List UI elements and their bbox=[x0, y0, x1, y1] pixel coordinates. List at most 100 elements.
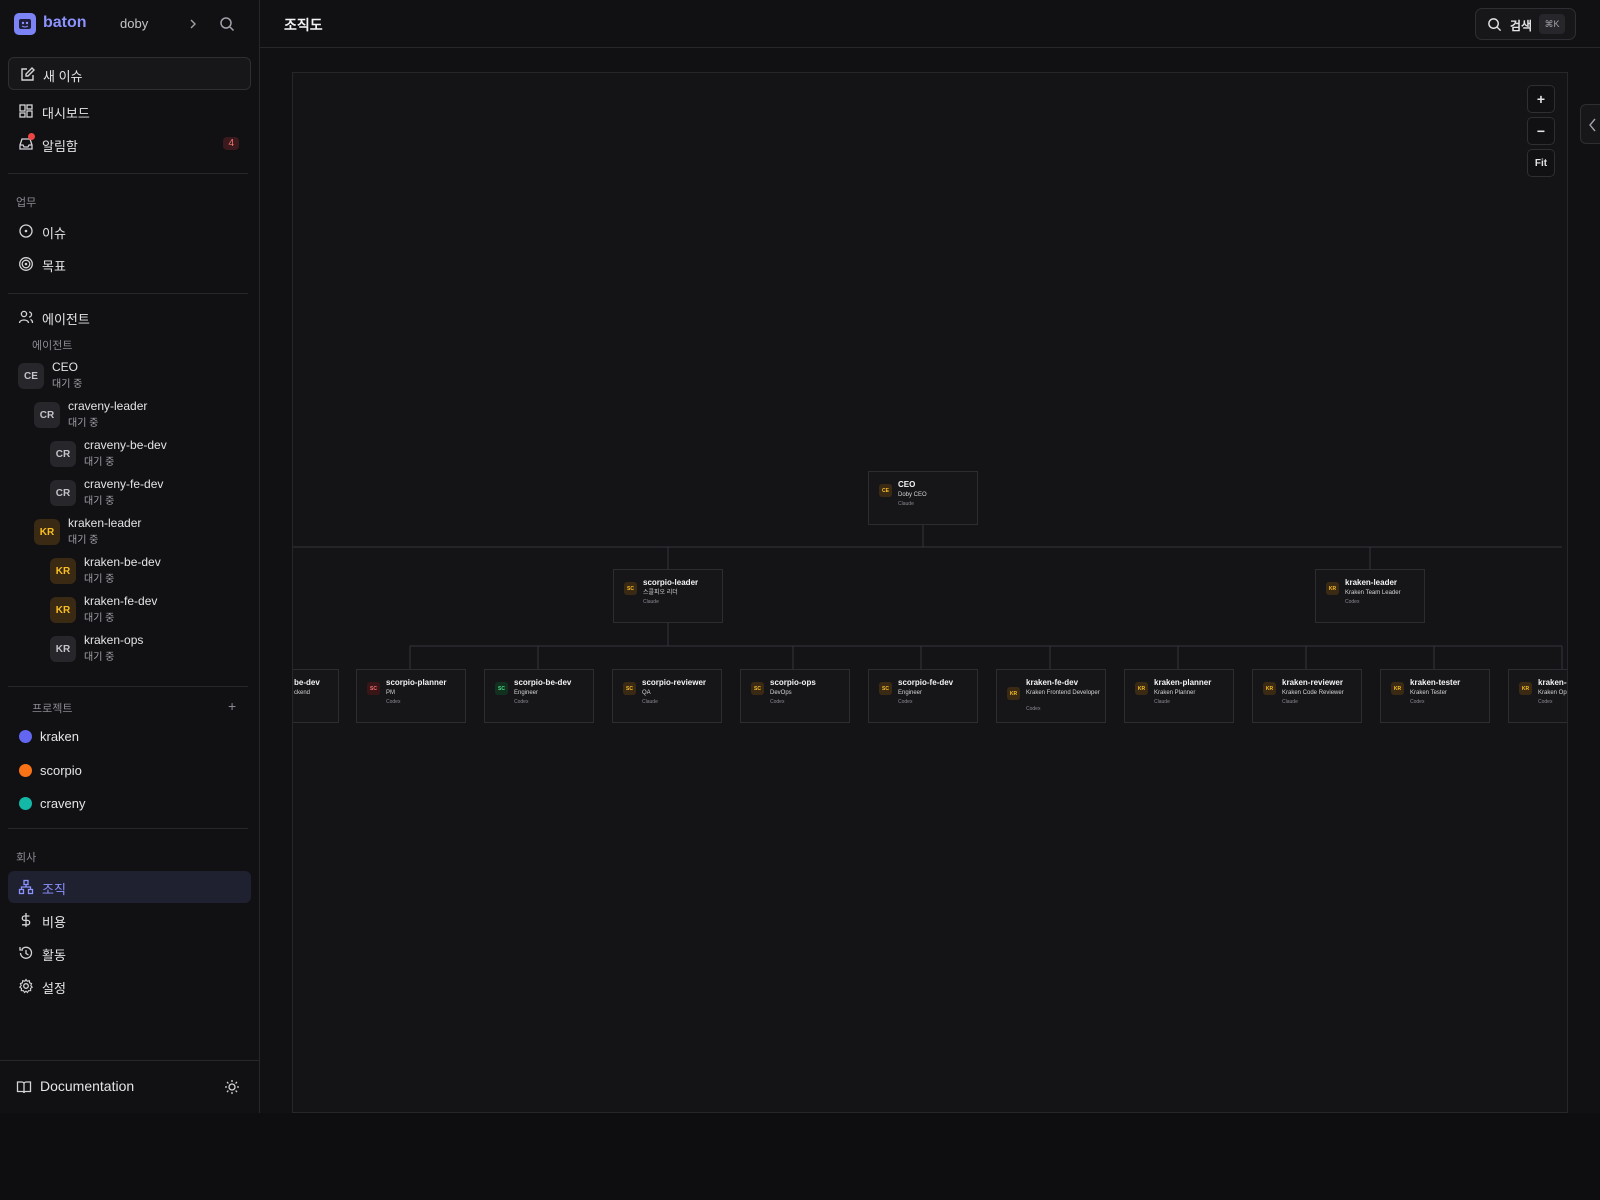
project-item-craveny[interactable]: craveny bbox=[8, 789, 251, 819]
org-node-kraken-leader[interactable]: KR kraken-leader Kraken Team Leader Code… bbox=[1315, 569, 1425, 623]
node-provider: Claude bbox=[643, 599, 659, 605]
node-provider: Codex bbox=[514, 699, 529, 705]
org-node-partial[interactable]: be-dev ckend bbox=[293, 669, 339, 723]
shortcut-hint: ⌘K bbox=[1539, 14, 1565, 34]
documentation-link[interactable]: Documentation bbox=[8, 1071, 208, 1103]
sun-icon[interactable] bbox=[224, 1079, 240, 1095]
chevron-left-icon bbox=[1587, 117, 1599, 133]
node-role: Kraken Frontend Developer bbox=[1026, 690, 1100, 696]
global-search-button[interactable]: 검색 ⌘K bbox=[1475, 8, 1576, 40]
nav-goals[interactable]: 목표 bbox=[8, 248, 251, 280]
org-node-scorpio-planner[interactable]: SC scorpio-planner PM Codex bbox=[356, 669, 466, 723]
avatar: SC bbox=[879, 682, 892, 695]
nav-inbox-label: 알림함 bbox=[42, 139, 78, 154]
node-name: CEO bbox=[898, 480, 916, 489]
unread-dot bbox=[28, 133, 35, 140]
search-icon bbox=[1487, 17, 1502, 32]
project-color-dot bbox=[19, 730, 32, 743]
right-panel-toggle[interactable] bbox=[1580, 104, 1600, 144]
org-node-kraken-planner[interactable]: KR kraken-planner Kraken Planner Claude bbox=[1124, 669, 1234, 723]
avatar: KR bbox=[1391, 682, 1404, 695]
sidebar-footer: Documentation bbox=[0, 1060, 259, 1113]
node-name: scorpio-leader bbox=[643, 578, 699, 587]
section-work: 업무 bbox=[16, 197, 37, 209]
org-node-ceo[interactable]: CE CEO Doby CEO Claude bbox=[868, 471, 978, 525]
node-name: scorpio-fe-dev bbox=[898, 678, 954, 687]
agent-status: 대기 중 bbox=[84, 574, 115, 585]
org-node-scorpio-fe-dev[interactable]: SC scorpio-fe-dev Engineer Codex bbox=[868, 669, 978, 723]
node-role: Kraken Code Reviewer bbox=[1282, 690, 1344, 696]
agent-name: craveny-leader bbox=[68, 399, 148, 413]
divider bbox=[8, 828, 248, 829]
avatar: KR bbox=[1007, 687, 1020, 700]
baton-logo[interactable] bbox=[14, 13, 36, 35]
project-item-kraken[interactable]: kraken bbox=[8, 722, 251, 752]
nav-settings-label: 설정 bbox=[42, 981, 66, 996]
chevron-right-icon[interactable] bbox=[183, 14, 203, 34]
zoom-in-button[interactable]: + bbox=[1527, 85, 1555, 113]
nav-activity[interactable]: 활동 bbox=[8, 937, 251, 969]
project-name: kraken bbox=[40, 729, 80, 744]
node-name: kraken-tester bbox=[1410, 678, 1461, 687]
nav-inbox[interactable]: 알림함 4 bbox=[8, 128, 251, 160]
nav-dashboard[interactable]: 대시보드 bbox=[8, 95, 251, 127]
users-icon bbox=[18, 309, 34, 325]
nav-activity-label: 활동 bbox=[42, 948, 66, 963]
divider bbox=[8, 173, 248, 174]
agent-tree: CE CEO 대기 중 CR craveny-leader 대기 중 CR cr… bbox=[0, 357, 259, 679]
avatar: KR bbox=[1263, 682, 1276, 695]
nav-issues-label: 이슈 bbox=[42, 226, 66, 241]
agent-status: 대기 중 bbox=[68, 535, 99, 546]
agent-status: 대기 중 bbox=[84, 496, 115, 507]
org-node-scorpio-reviewer[interactable]: SC scorpio-reviewer QA Claude bbox=[612, 669, 722, 723]
nav-dashboard-label: 대시보드 bbox=[42, 106, 90, 121]
nav-issues[interactable]: 이슈 bbox=[8, 215, 251, 247]
project-color-dot bbox=[19, 797, 32, 810]
avatar: SC bbox=[623, 682, 636, 695]
avatar: SC bbox=[495, 682, 508, 695]
agent-status: 대기 중 bbox=[68, 418, 99, 429]
node-role: Kraken Tester bbox=[1410, 690, 1447, 696]
project-item-scorpio[interactable]: scorpio bbox=[8, 756, 251, 786]
gear-icon bbox=[18, 978, 34, 994]
agent-name: kraken-be-dev bbox=[84, 555, 161, 569]
org-node-kraken-fe-dev[interactable]: KR kraken-fe-dev Kraken Frontend Develop… bbox=[996, 669, 1106, 723]
zoom-out-button[interactable]: − bbox=[1527, 117, 1555, 145]
agent-status: 대기 중 bbox=[84, 613, 115, 624]
new-issue-button[interactable]: 새 이슈 bbox=[8, 57, 251, 90]
node-role: PM bbox=[386, 690, 395, 696]
fit-view-button[interactable]: Fit bbox=[1527, 149, 1555, 177]
node-provider: Codex bbox=[770, 699, 785, 705]
nav-settings[interactable]: 설정 bbox=[8, 970, 251, 1002]
org-chart-canvas[interactable]: CE CEO Doby CEO Claude SC scorpio-leader… bbox=[292, 72, 1568, 1113]
book-icon bbox=[16, 1079, 32, 1095]
company-switcher[interactable]: doby bbox=[120, 16, 148, 31]
org-node-kraken-d[interactable]: KR kraken-d Kraken Ops Codex bbox=[1508, 669, 1567, 723]
agent-name: craveny-fe-dev bbox=[84, 477, 164, 491]
nav-agents[interactable]: 에이전트 bbox=[8, 301, 251, 333]
add-project-icon[interactable]: + bbox=[228, 698, 236, 714]
app-name: baton bbox=[43, 14, 87, 31]
org-node-scorpio-leader[interactable]: SC scorpio-leader 스콜피오 리더 Claude bbox=[613, 569, 723, 623]
org-node-kraken-reviewer[interactable]: KR kraken-reviewer Kraken Code Reviewer … bbox=[1252, 669, 1362, 723]
nav-costs[interactable]: 비용 bbox=[8, 904, 251, 936]
dollar-icon bbox=[18, 912, 34, 928]
org-node-scorpio-ops[interactable]: SC scorpio-ops DevOps Codex bbox=[740, 669, 850, 723]
divider bbox=[8, 686, 248, 687]
nav-org[interactable]: 조직 bbox=[8, 871, 251, 903]
agent-status: 대기 중 bbox=[84, 457, 115, 468]
search-icon[interactable] bbox=[217, 14, 237, 34]
agent-status: 대기 중 bbox=[84, 652, 115, 663]
org-node-kraken-tester[interactable]: KR kraken-tester Kraken Tester Codex bbox=[1380, 669, 1490, 723]
node-name: kraken-fe-dev bbox=[1026, 678, 1079, 687]
avatar: KR bbox=[50, 636, 76, 662]
avatar: SC bbox=[751, 682, 764, 695]
agent-status: 대기 중 bbox=[52, 379, 83, 390]
agent-name: kraken-ops bbox=[84, 633, 144, 647]
node-role: Kraken Team Leader bbox=[1345, 590, 1401, 596]
node-role: Engineer bbox=[514, 690, 539, 696]
org-node-scorpio-be-dev[interactable]: SC scorpio-be-dev Engineer Codex bbox=[484, 669, 594, 723]
node-name: scorpio-ops bbox=[770, 678, 816, 687]
target-icon bbox=[18, 256, 34, 272]
node-provider: Codex bbox=[386, 699, 401, 705]
